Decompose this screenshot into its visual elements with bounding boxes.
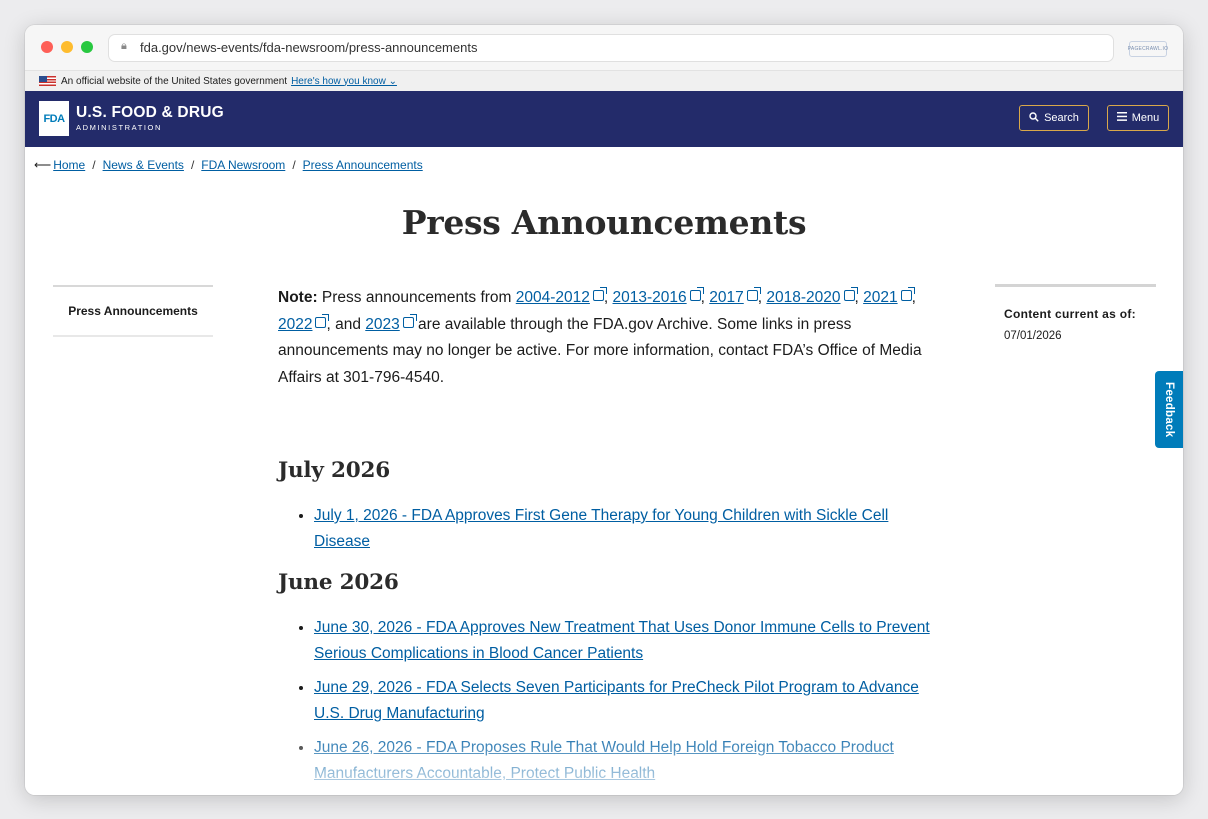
feedback-label: Feedback (1163, 381, 1175, 438)
archive-link-2017[interactable]: 2017 (709, 289, 743, 306)
address-bar[interactable]: 🔒︎ fda.gov/news-events/fda-newsroom/pres… (108, 34, 1114, 62)
url-text: fda.gov/news-events/fda-newsroom/press-a… (140, 40, 478, 55)
fda-logo[interactable]: FDA (39, 101, 69, 136)
search-button[interactable]: Search (1019, 105, 1089, 131)
external-link-icon (746, 287, 761, 301)
list-item: July 1, 2026 - FDA Approves First Gene T… (278, 503, 938, 555)
breadcrumb-home[interactable]: Home (53, 158, 85, 172)
announcement-link[interactable]: June 26, 2026 - FDA Proposes Rule That W… (314, 739, 894, 782)
back-arrow-icon: ⟵ (34, 158, 52, 172)
archive-link-2013-2016[interactable]: 2013-2016 (613, 289, 687, 306)
close-window-button[interactable] (41, 41, 53, 53)
extension-icon[interactable]: PAGECRAWL.IO (1128, 41, 1168, 57)
archive-note: Note: Press announcements from 2004-2012… (278, 287, 922, 386)
external-link-icon (402, 313, 417, 328)
archive-link-2023[interactable]: 2023 (365, 316, 399, 333)
breadcrumb-fda-newsroom[interactable]: FDA Newsroom (201, 158, 285, 172)
archive-link-2022[interactable]: 2022 (278, 316, 312, 333)
site-subtitle: ADMINISTRATION (76, 123, 163, 132)
hamburger-icon (1116, 112, 1127, 124)
lock-icon: 🔒︎ (121, 40, 127, 52)
breadcrumb-separator: / (92, 158, 96, 172)
archive-link-2004-2012[interactable]: 2004-2012 (516, 289, 590, 306)
month-heading: July 2026 (278, 458, 390, 483)
breadcrumb-press-announcements[interactable]: Press Announcements (303, 158, 423, 172)
main-content: Note: Press announcements from 2004-2012… (278, 285, 938, 391)
announcement-link[interactable]: July 1, 2026 - FDA Approves First Gene T… (314, 507, 888, 550)
content-current-date: 07/01/2026 (1004, 330, 1062, 342)
external-link-icon (689, 287, 704, 301)
browser-toolbar: 🔒︎ fda.gov/news-events/fda-newsroom/pres… (25, 25, 1183, 71)
menu-button[interactable]: Menu (1107, 105, 1169, 131)
archive-link-2018-2020[interactable]: 2018-2020 (766, 289, 840, 306)
browser-window: 🔒︎ fda.gov/news-events/fda-newsroom/pres… (25, 25, 1183, 795)
announcement-list: June 30, 2026 - FDA Approves New Treatme… (278, 615, 938, 795)
announcement-list: July 1, 2026 - FDA Approves First Gene T… (278, 503, 938, 563)
search-button-label: Search (1044, 112, 1079, 124)
maximize-window-button[interactable] (81, 41, 93, 53)
month-heading: June 2026 (278, 570, 399, 595)
minimize-window-button[interactable] (61, 41, 73, 53)
heres-how-you-know-link[interactable]: Here's how you know ⌄ (291, 76, 397, 87)
site-title[interactable]: U.S. FOOD & DRUG (76, 104, 224, 122)
content-current-label: Content current as of: (1004, 307, 1136, 321)
external-link-icon (592, 287, 607, 301)
archive-link-2021[interactable]: 2021 (863, 289, 897, 306)
search-icon (1029, 111, 1039, 125)
breadcrumb-separator: / (190, 158, 195, 172)
content-current-box: Content current as of: 07/01/2026 (995, 284, 1156, 342)
gov-banner-text: An official website of the United States… (61, 75, 288, 87)
note-prefix: Note: (278, 289, 318, 306)
external-link-icon (843, 287, 858, 301)
announcement-link[interactable]: June 29, 2026 - FDA Selects Seven Partic… (314, 679, 919, 722)
external-link-icon (315, 313, 330, 328)
breadcrumb-news-events[interactable]: News & Events (103, 158, 184, 172)
list-item: June 26, 2026 - FDA Proposes Rule That W… (278, 735, 938, 787)
site-header: FDA U.S. FOOD & DRUG ADMINISTRATION Sear… (25, 91, 1183, 147)
sidebar-item-press-announcements[interactable]: Press Announcements (53, 285, 213, 337)
gov-banner: An official website of the United States… (25, 71, 1183, 91)
breadcrumb-separator: / (292, 158, 296, 172)
list-item: June 29, 2026 - FDA Selects Seven Partic… (278, 675, 938, 727)
menu-button-label: Menu (1131, 112, 1160, 124)
us-flag-icon (39, 76, 56, 86)
breadcrumb: ⟵ Home / News & Events / FDA Newsroom / Press A… (34, 158, 423, 172)
list-item: June 30, 2026 - FDA Approves New Treatme… (278, 615, 938, 667)
feedback-tab[interactable]: Feedback (1155, 371, 1183, 448)
external-link-icon (900, 287, 915, 301)
page-title: Press Announcements (401, 203, 807, 242)
note-text: Press announcements from (317, 289, 516, 306)
announcement-link[interactable]: June 30, 2026 - FDA Approves New Treatme… (314, 619, 930, 662)
